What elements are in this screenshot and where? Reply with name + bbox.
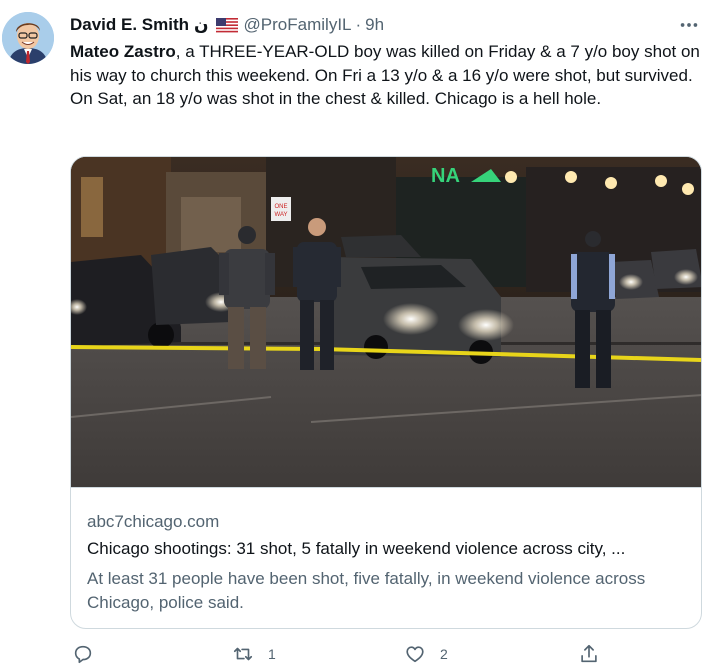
heart-icon: [406, 646, 424, 663]
card-title: Chicago shootings: 31 shot, 5 fatally in…: [87, 539, 626, 558]
timestamp[interactable]: 9h: [365, 15, 384, 35]
card-description: At least 31 people have been shot, five …: [87, 569, 646, 612]
tweet[interactable]: David E. Smith ن @ProFamilyIL · 9h Mateo…: [0, 0, 711, 667]
share-button[interactable]: [578, 643, 600, 665]
link-card[interactable]: ONE WAY NA abc7chicago.com Chicago shoot…: [70, 156, 702, 629]
card-image[interactable]: ONE WAY NA: [71, 157, 701, 487]
avatar[interactable]: [2, 12, 54, 64]
author-name-suffix: ن: [194, 15, 209, 34]
author-name[interactable]: David E. Smith: [70, 15, 189, 35]
more-options-icon[interactable]: [678, 14, 700, 36]
retweet-icon: [233, 647, 253, 661]
separator-dot: ·: [355, 15, 362, 34]
reply-button[interactable]: [72, 643, 94, 665]
card-domain: abc7chicago.com: [87, 512, 220, 531]
svg-text:ONE: ONE: [274, 204, 287, 210]
tweet-actions: 1 2: [70, 643, 702, 667]
police-scene-photo: ONE WAY NA: [71, 157, 701, 487]
svg-text:NA: NA: [431, 165, 460, 187]
tweet-header: David E. Smith ن @ProFamilyIL · 9h: [70, 13, 384, 37]
tweet-text: Mateo Zastro, a THREE-YEAR-OLD boy was k…: [70, 40, 706, 111]
us-flag-icon: [215, 17, 238, 33]
share-icon: [581, 644, 597, 663]
retweet-button[interactable]: 1: [232, 643, 276, 665]
like-count: 2: [440, 646, 448, 662]
reply-icon: [74, 645, 92, 664]
svg-text:WAY: WAY: [275, 212, 288, 218]
card-body[interactable]: abc7chicago.com Chicago shootings: 31 sh…: [71, 487, 701, 628]
tweet-bold-lead: Mateo Zastro: [70, 42, 176, 61]
retweet-count: 1: [268, 646, 276, 662]
author-handle[interactable]: @ProFamilyIL: [244, 15, 352, 35]
like-button[interactable]: 2: [404, 643, 448, 665]
